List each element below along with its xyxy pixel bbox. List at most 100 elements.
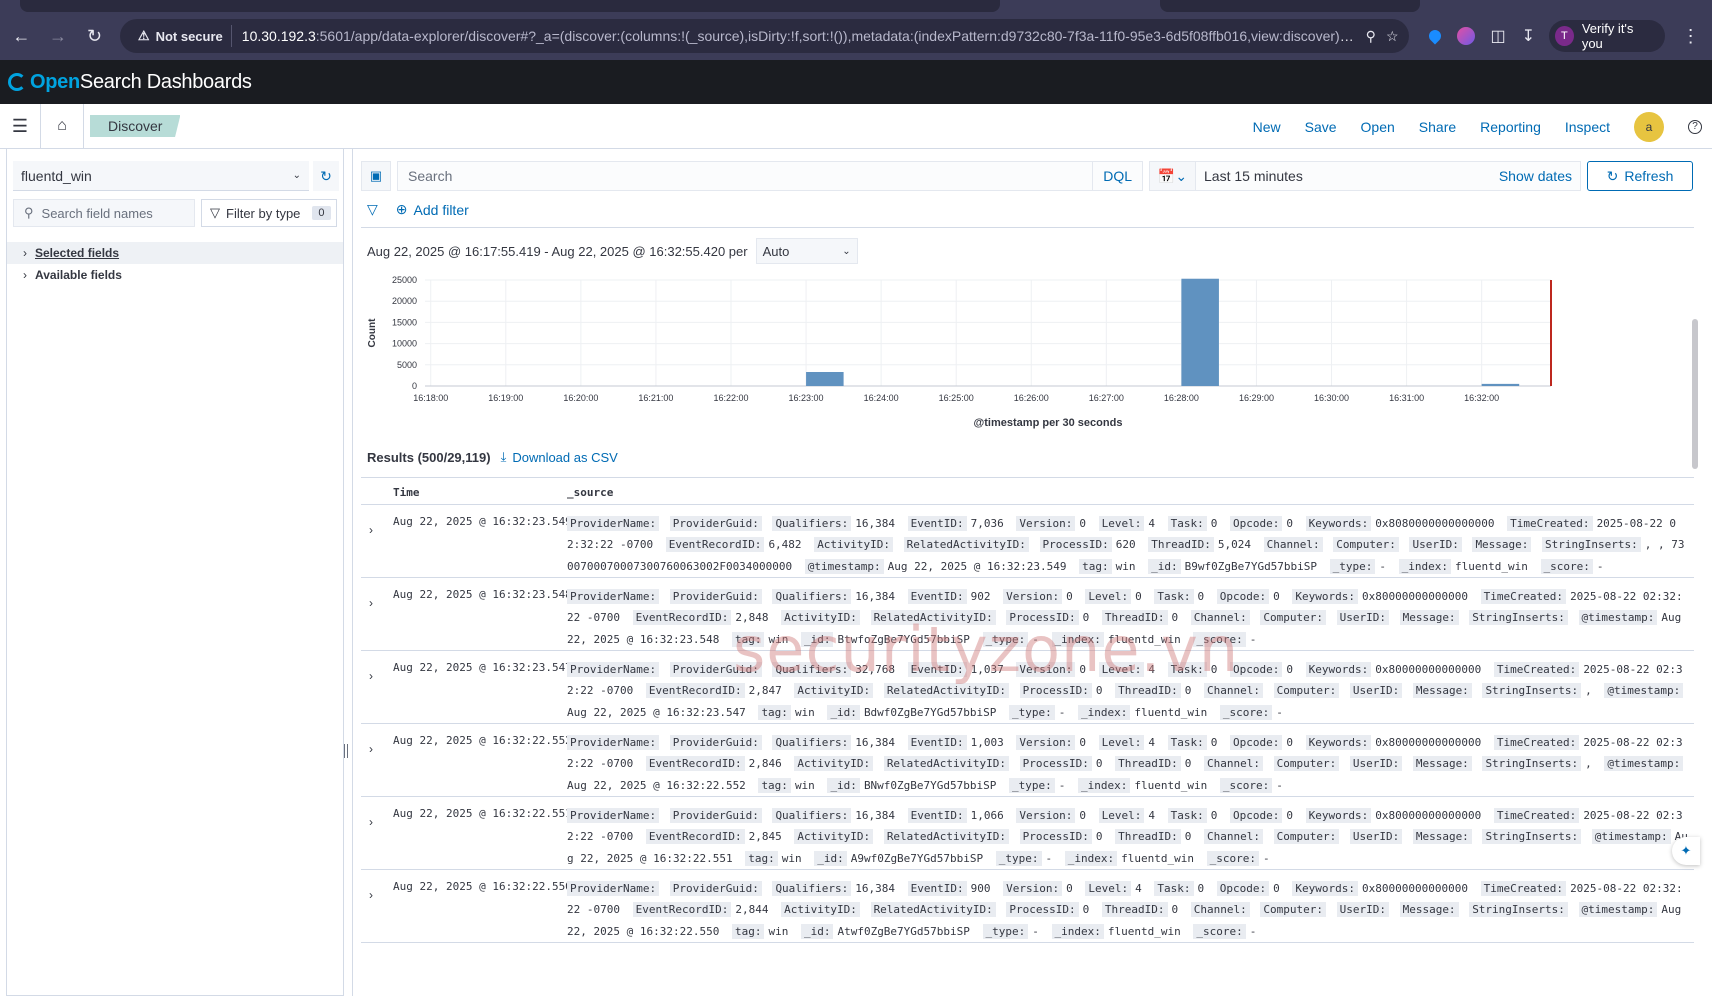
app-bar: ☰ ⌂ Discover New Save Open Share Reporti…: [0, 103, 1712, 149]
field-key: ThreadID:: [1115, 756, 1181, 772]
home-icon[interactable]: ⌂: [40, 103, 84, 149]
discover-content: ▣ Search DQL 📅⌄ Last 15 minutes Show dat…: [352, 149, 1700, 996]
extension-drop-icon[interactable]: [1426, 27, 1443, 45]
calendar-icon[interactable]: 📅⌄: [1150, 162, 1196, 190]
expand-row-icon[interactable]: ›: [369, 596, 385, 610]
field-key: Task:: [1167, 516, 1207, 531]
histogram-bar[interactable]: [1181, 278, 1219, 386]
add-filter-button[interactable]: ⊕ Add filter: [396, 201, 469, 218]
field-key: ProviderName:: [567, 735, 660, 750]
scrollbar[interactable]: [1692, 319, 1698, 469]
field-key: RelatedActivityID:: [870, 610, 996, 626]
filter-by-type-button[interactable]: ▽ Filter by type 0: [201, 199, 337, 227]
url-text[interactable]: 10.30.192.3:5601/app/data-explorer/disco…: [242, 28, 1356, 44]
query-input[interactable]: Search DQL: [397, 161, 1143, 191]
field-key: Opcode:: [1230, 808, 1283, 823]
refresh-button[interactable]: ↻ Refresh: [1587, 161, 1693, 191]
histogram-bar[interactable]: [806, 372, 844, 386]
chevron-down-icon: ⌄: [292, 170, 301, 181]
open-button[interactable]: Open: [1361, 119, 1395, 135]
field-value: 0: [1066, 590, 1073, 603]
hamburger-menu-icon[interactable]: ☰: [0, 116, 40, 137]
field-value: 0: [1095, 830, 1103, 844]
browser-tab-strip: [0, 0, 1712, 12]
expand-row-icon[interactable]: ›: [369, 523, 385, 537]
filter-funnel-icon[interactable]: ▽: [367, 201, 378, 218]
zoom-icon[interactable]: ⚲: [1366, 28, 1376, 45]
field-value: fluentd_win: [1455, 559, 1528, 573]
column-time[interactable]: Time: [393, 486, 420, 499]
expand-row-icon[interactable]: ›: [369, 888, 385, 902]
logo-text-open: Open: [30, 70, 80, 93]
new-button[interactable]: New: [1253, 119, 1281, 135]
share-button[interactable]: Share: [1419, 119, 1456, 135]
assistant-float-icon[interactable]: ✦: [1672, 837, 1700, 865]
refresh-fields-icon[interactable]: ↻: [313, 161, 339, 191]
field-value: ,: [1585, 757, 1592, 771]
interval-select[interactable]: Auto ⌄: [755, 238, 858, 264]
verify-profile-button[interactable]: T Verify it's you: [1549, 20, 1666, 52]
download-icon[interactable]: ↧: [1522, 26, 1535, 46]
save-button[interactable]: Save: [1305, 119, 1337, 135]
histogram-chart[interactable]: 0 5000 10000 15000 20000 25000 16:18:00 16:19:0…: [361, 266, 1694, 456]
field-value: fluentd_win: [1107, 632, 1181, 646]
index-pattern-select[interactable]: fluentd_win ⌄: [13, 161, 309, 191]
available-fields-toggle[interactable]: › Available fields: [7, 264, 343, 286]
expand-row-icon[interactable]: ›: [369, 742, 385, 756]
dql-toggle[interactable]: DQL: [1092, 162, 1142, 190]
address-bar[interactable]: ⚠ Not secure 10.30.192.3:5601/app/data-e…: [119, 19, 1409, 53]
download-csv-button[interactable]: ⤓ Download as CSV: [501, 449, 618, 465]
field-key: ThreadID:: [1148, 537, 1214, 553]
browser-tab[interactable]: [1160, 0, 1420, 12]
field-value: 0: [1079, 809, 1087, 822]
time-range-text: Aug 22, 2025 @ 16:17:55.419 - Aug 22, 20…: [367, 243, 748, 259]
saved-query-icon[interactable]: ▣: [361, 161, 391, 191]
field-value: Aug 22, 2025 @ 16:32:23.547: [567, 705, 746, 719]
help-icon[interactable]: ?: [1688, 119, 1702, 134]
field-key: Channel:: [1263, 537, 1323, 553]
field-value: 0: [1273, 882, 1280, 895]
time-range-value[interactable]: Last 15 minutes: [1196, 168, 1499, 184]
column-source[interactable]: _source: [567, 486, 613, 499]
expand-row-icon[interactable]: ›: [369, 669, 385, 683]
puzzle-icon[interactable]: ◫: [1491, 26, 1506, 46]
field-key: StringInserts:: [1469, 610, 1568, 626]
field-search-input[interactable]: ⚲ Search field names: [13, 199, 195, 227]
inspect-button[interactable]: Inspect: [1565, 119, 1610, 135]
selected-fields-toggle[interactable]: › Selected fields: [7, 242, 343, 264]
download-csv-label: Download as CSV: [512, 449, 618, 465]
sidebar-resize-handle[interactable]: [344, 744, 348, 758]
field-key: tag:: [731, 923, 765, 939]
field-value: -: [1045, 851, 1053, 865]
reporting-button[interactable]: Reporting: [1480, 119, 1541, 135]
field-key: Version:: [1016, 662, 1076, 677]
field-value: 2,845: [748, 830, 782, 844]
field-key: Level:: [1098, 735, 1145, 750]
field-key: ProviderGuid:: [669, 881, 762, 896]
osd-logo[interactable]: Open Search Dashboards: [8, 71, 252, 94]
histogram-bar[interactable]: [1481, 383, 1520, 386]
reload-icon[interactable]: ↻: [83, 24, 106, 48]
extension-globe-icon[interactable]: [1456, 27, 1475, 45]
show-dates-button[interactable]: Show dates: [1499, 168, 1580, 184]
forward-icon[interactable]: →: [47, 24, 70, 48]
plus-circle-icon: ⊕: [395, 201, 408, 217]
field-key: tag:: [758, 704, 791, 720]
browser-tab[interactable]: [20, 0, 1000, 12]
field-value: -: [1249, 924, 1257, 938]
field-value: 0: [1079, 736, 1087, 749]
expand-row-icon[interactable]: ›: [369, 815, 385, 829]
field-key: Version:: [1016, 516, 1076, 531]
user-avatar[interactable]: a: [1634, 111, 1664, 142]
field-key: _index:: [1064, 850, 1118, 866]
not-secure-chip[interactable]: ⚠ Not secure: [130, 25, 232, 47]
field-key: ProcessID:: [1019, 756, 1092, 772]
kebab-menu-icon[interactable]: ⋮: [1679, 24, 1702, 48]
field-key: _score:: [1219, 704, 1273, 720]
filter-by-type-label: Filter by type: [226, 205, 301, 221]
bookmark-star-icon[interactable]: ☆: [1386, 28, 1399, 45]
field-key: _score:: [1193, 923, 1246, 939]
field-value: 0: [1171, 903, 1179, 917]
breadcrumb-discover[interactable]: Discover: [90, 115, 181, 137]
back-icon[interactable]: ←: [10, 24, 33, 48]
